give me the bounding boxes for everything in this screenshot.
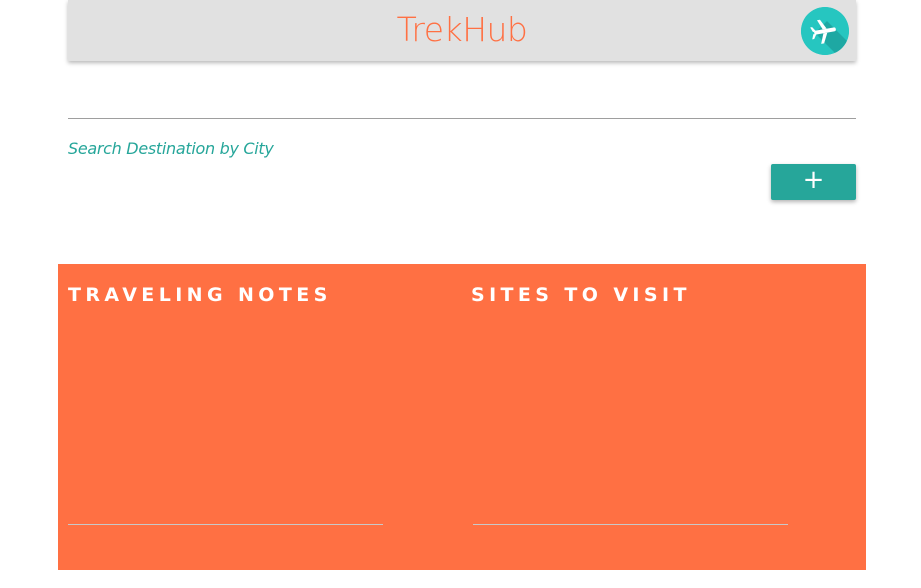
airplane-logo-graphic <box>801 7 849 55</box>
traveling-notes-title: TRAVELING NOTES <box>68 284 332 306</box>
sites-to-visit-textarea[interactable] <box>473 320 788 518</box>
app-title[interactable]: TrekHub <box>68 10 856 49</box>
plus-icon: + <box>802 165 825 195</box>
search-label: Search Destination by City <box>68 139 274 158</box>
add-destination-button[interactable]: + <box>771 164 856 200</box>
sites-to-visit-underline <box>473 524 788 525</box>
traveling-notes-textarea[interactable] <box>68 320 383 518</box>
search-input[interactable] <box>68 84 856 116</box>
airplane-icon[interactable] <box>801 7 849 55</box>
traveling-notes-underline <box>68 524 383 525</box>
top-navbar: TrekHub <box>68 0 856 61</box>
sites-to-visit-title: SITES TO VISIT <box>471 284 691 306</box>
search-underline <box>68 118 856 119</box>
